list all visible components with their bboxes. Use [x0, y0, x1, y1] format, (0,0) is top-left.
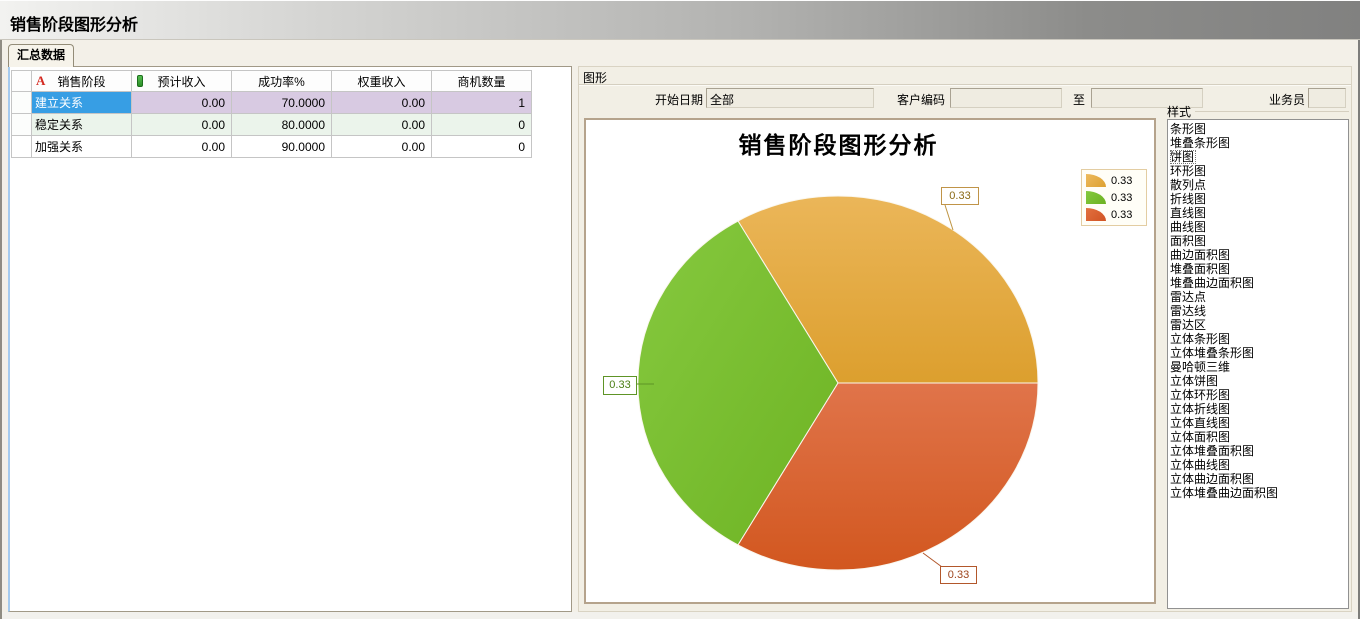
- tab-strip: 汇总数据: [0, 41, 1360, 66]
- chart-style-listbox[interactable]: 条形图 堆叠条形图 饼图 环形图 散列点 折线图 直线图 曲线图 面积图 曲边面…: [1167, 119, 1349, 609]
- style-item-3d-donut[interactable]: 立体环形图: [1170, 388, 1348, 402]
- style-item-scatter[interactable]: 散列点: [1170, 178, 1348, 192]
- cell-expected[interactable]: 0.00: [132, 92, 232, 114]
- legend-swatch-orange-icon: [1086, 174, 1106, 187]
- style-item-stacked-area[interactable]: 堆叠面积图: [1170, 262, 1348, 276]
- row-indicator-header[interactable]: [12, 71, 32, 92]
- style-item-3d-curved-area[interactable]: 立体曲边面积图: [1170, 472, 1348, 486]
- cell-success[interactable]: 80.0000: [232, 114, 332, 136]
- style-item-stacked-curved-area[interactable]: 堆叠曲边面积图: [1170, 276, 1348, 290]
- style-item-polyline[interactable]: 折线图: [1170, 192, 1348, 206]
- style-item-curve[interactable]: 曲线图: [1170, 220, 1348, 234]
- style-item-radar-point[interactable]: 雷达点: [1170, 290, 1348, 304]
- bottom-strip: [0, 612, 1360, 619]
- style-item-radar-line[interactable]: 雷达线: [1170, 304, 1348, 318]
- window-frame-left: [0, 40, 2, 619]
- style-item-3d-stacked-curved-area[interactable]: 立体堆叠曲边面积图: [1170, 486, 1348, 500]
- table-row-stabilize: 稳定关系 0.00 80.0000 0.00 0: [12, 114, 532, 136]
- sort-a-icon: A: [36, 73, 45, 89]
- slice-label-red: 0.33: [940, 566, 977, 584]
- app-window: 销售阶段图形分析 汇总数据 A 销售阶段 预计收入: [0, 0, 1360, 619]
- tab-summary-data[interactable]: 汇总数据: [8, 44, 74, 67]
- style-item-manhattan-3d[interactable]: 曼哈顿三维: [1170, 360, 1348, 374]
- style-item-radar-area[interactable]: 雷达区: [1170, 318, 1348, 332]
- slice-label-orange: 0.33: [941, 187, 979, 205]
- cell-weighted[interactable]: 0.00: [332, 92, 432, 114]
- style-item-3d-polyline[interactable]: 立体折线图: [1170, 402, 1348, 416]
- style-item-straight-line[interactable]: 直线图: [1170, 206, 1348, 220]
- style-item-stacked-bar[interactable]: 堆叠条形图: [1170, 136, 1348, 150]
- cell-expected[interactable]: 0.00: [132, 136, 232, 158]
- cell-count[interactable]: 1: [432, 92, 532, 114]
- start-date-label: 开始日期: [639, 91, 703, 108]
- col-label-expected-income: 预计收入: [157, 73, 205, 90]
- style-item-3d-stacked-area[interactable]: 立体堆叠面积图: [1170, 444, 1348, 458]
- customer-code-label: 客户编码: [881, 91, 945, 108]
- start-date-input[interactable]: 全部: [706, 88, 874, 108]
- cell-weighted[interactable]: 0.00: [332, 114, 432, 136]
- style-item-donut[interactable]: 环形图: [1170, 164, 1348, 178]
- cell-weighted[interactable]: 0.00: [332, 136, 432, 158]
- legend-item: 0.33: [1086, 190, 1142, 205]
- salesman-input[interactable]: [1308, 88, 1346, 108]
- style-item-3d-pie[interactable]: 立体饼图: [1170, 374, 1348, 388]
- table-header-row: A 销售阶段 预计收入 成功率% 权重收入 商机数量: [12, 71, 532, 92]
- row-indicator[interactable]: [12, 136, 32, 158]
- green-bar-icon: [137, 75, 143, 87]
- table-row-strengthen: 加强关系 0.00 90.0000 0.00 0: [12, 136, 532, 158]
- table-row-establish: 建立关系 0.00 70.0000 0.00 1: [12, 92, 532, 114]
- summary-table: A 销售阶段 预计收入 成功率% 权重收入 商机数量 建立关系 0.00: [11, 70, 532, 158]
- style-group-divider: [1195, 111, 1349, 112]
- pie-chart-area: 销售阶段图形分析: [584, 118, 1156, 604]
- col-label-stage: 销售阶段: [57, 73, 105, 90]
- graph-group-panel: 图形 开始日期 全部 客户编码 至 业务员 销售阶段图形分析: [578, 66, 1352, 612]
- style-item-3d-stacked-bar[interactable]: 立体堆叠条形图: [1170, 346, 1348, 360]
- page-title: 销售阶段图形分析: [10, 11, 138, 35]
- pie-chart-svg: [586, 120, 1158, 606]
- slice-label-green: 0.33: [603, 376, 637, 395]
- cell-stage[interactable]: 加强关系: [32, 136, 132, 158]
- customer-code-input[interactable]: [950, 88, 1062, 108]
- style-item-pie[interactable]: 饼图: [1170, 150, 1196, 164]
- cell-expected[interactable]: 0.00: [132, 114, 232, 136]
- style-item-curved-area[interactable]: 曲边面积图: [1170, 248, 1348, 262]
- summary-grid-panel: A 销售阶段 预计收入 成功率% 权重收入 商机数量 建立关系 0.00: [8, 66, 572, 612]
- legend-item: 0.33: [1086, 207, 1142, 222]
- style-item-3d-straight-line[interactable]: 立体直线图: [1170, 416, 1348, 430]
- cell-stage[interactable]: 建立关系: [32, 92, 132, 114]
- row-indicator[interactable]: [12, 92, 32, 114]
- legend-swatch-green-icon: [1086, 191, 1106, 204]
- style-item-3d-bar[interactable]: 立体条形图: [1170, 332, 1348, 346]
- legend-item: 0.33: [1086, 173, 1142, 188]
- col-header-opportunity-count[interactable]: 商机数量: [432, 71, 532, 92]
- cell-success[interactable]: 70.0000: [232, 92, 332, 114]
- to-label: 至: [1071, 91, 1087, 108]
- style-item-bar[interactable]: 条形图: [1170, 122, 1348, 136]
- style-item-3d-curve[interactable]: 立体曲线图: [1170, 458, 1348, 472]
- col-header-expected-income[interactable]: 预计收入: [132, 71, 232, 92]
- row-indicator[interactable]: [12, 114, 32, 136]
- cell-success[interactable]: 90.0000: [232, 136, 332, 158]
- legend-swatch-red-icon: [1086, 208, 1106, 221]
- cell-stage[interactable]: 稳定关系: [32, 114, 132, 136]
- chart-legend: 0.33 0.33 0.33: [1081, 169, 1147, 226]
- style-item-3d-area[interactable]: 立体面积图: [1170, 430, 1348, 444]
- col-header-weighted-income[interactable]: 权重收入: [332, 71, 432, 92]
- col-header-stage[interactable]: A 销售阶段: [32, 71, 132, 92]
- callout-line-red: [923, 553, 942, 567]
- title-bar: 销售阶段图形分析: [0, 0, 1360, 40]
- group-divider: [579, 84, 1351, 85]
- col-header-success-rate[interactable]: 成功率%: [232, 71, 332, 92]
- cell-count[interactable]: 0: [432, 136, 532, 158]
- style-group-label: 样式: [1167, 103, 1191, 120]
- cell-count[interactable]: 0: [432, 114, 532, 136]
- style-item-area[interactable]: 面积图: [1170, 234, 1348, 248]
- salesman-label: 业务员: [1255, 91, 1305, 108]
